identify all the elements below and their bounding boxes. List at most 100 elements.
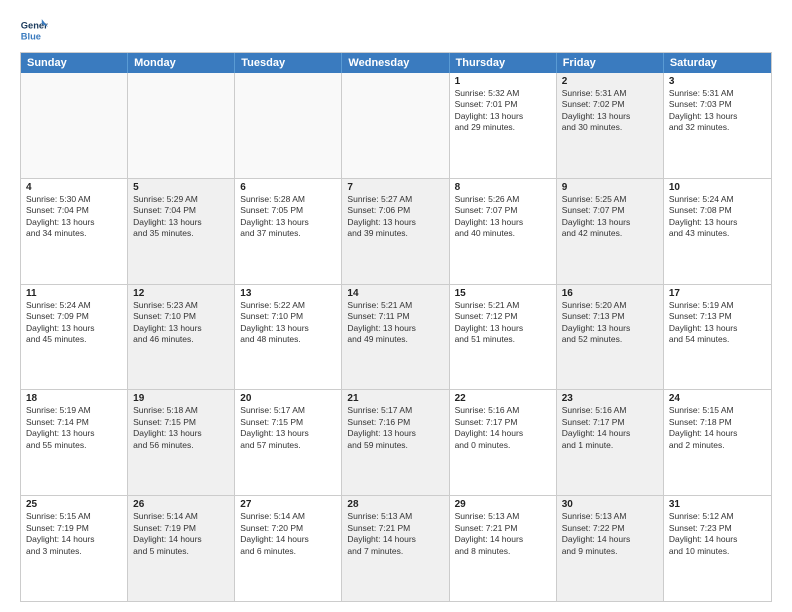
header: General Blue [20, 16, 772, 44]
day-info: Sunrise: 5:25 AM Sunset: 7:07 PM Dayligh… [562, 194, 658, 240]
day-number: 22 [455, 393, 551, 404]
day-cell: 5Sunrise: 5:29 AM Sunset: 7:04 PM Daylig… [128, 179, 235, 284]
day-number: 17 [669, 288, 766, 299]
day-info: Sunrise: 5:28 AM Sunset: 7:05 PM Dayligh… [240, 194, 336, 240]
day-number: 25 [26, 499, 122, 510]
day-info: Sunrise: 5:23 AM Sunset: 7:10 PM Dayligh… [133, 300, 229, 346]
calendar: SundayMondayTuesdayWednesdayThursdayFrid… [20, 52, 772, 602]
day-header-wednesday: Wednesday [342, 53, 449, 73]
day-info: Sunrise: 5:16 AM Sunset: 7:17 PM Dayligh… [455, 405, 551, 451]
day-info: Sunrise: 5:14 AM Sunset: 7:20 PM Dayligh… [240, 511, 336, 557]
day-cell: 18Sunrise: 5:19 AM Sunset: 7:14 PM Dayli… [21, 390, 128, 495]
page: General Blue SundayMondayTuesdayWednesda… [0, 0, 792, 612]
day-cell: 25Sunrise: 5:15 AM Sunset: 7:19 PM Dayli… [21, 496, 128, 601]
day-header-monday: Monday [128, 53, 235, 73]
day-cell: 8Sunrise: 5:26 AM Sunset: 7:07 PM Daylig… [450, 179, 557, 284]
day-info: Sunrise: 5:22 AM Sunset: 7:10 PM Dayligh… [240, 300, 336, 346]
day-info: Sunrise: 5:32 AM Sunset: 7:01 PM Dayligh… [455, 88, 551, 134]
day-cell [342, 73, 449, 178]
day-number: 12 [133, 288, 229, 299]
day-number: 18 [26, 393, 122, 404]
day-info: Sunrise: 5:18 AM Sunset: 7:15 PM Dayligh… [133, 405, 229, 451]
day-cell: 28Sunrise: 5:13 AM Sunset: 7:21 PM Dayli… [342, 496, 449, 601]
day-header-friday: Friday [557, 53, 664, 73]
day-number: 16 [562, 288, 658, 299]
day-cell: 29Sunrise: 5:13 AM Sunset: 7:21 PM Dayli… [450, 496, 557, 601]
day-number: 5 [133, 182, 229, 193]
day-cell: 16Sunrise: 5:20 AM Sunset: 7:13 PM Dayli… [557, 285, 664, 390]
day-number: 29 [455, 499, 551, 510]
day-header-thursday: Thursday [450, 53, 557, 73]
day-number: 15 [455, 288, 551, 299]
day-cell: 3Sunrise: 5:31 AM Sunset: 7:03 PM Daylig… [664, 73, 771, 178]
day-info: Sunrise: 5:15 AM Sunset: 7:19 PM Dayligh… [26, 511, 122, 557]
day-number: 31 [669, 499, 766, 510]
day-number: 24 [669, 393, 766, 404]
week-row-2: 4Sunrise: 5:30 AM Sunset: 7:04 PM Daylig… [21, 178, 771, 284]
day-cell: 4Sunrise: 5:30 AM Sunset: 7:04 PM Daylig… [21, 179, 128, 284]
day-cell: 14Sunrise: 5:21 AM Sunset: 7:11 PM Dayli… [342, 285, 449, 390]
day-header-saturday: Saturday [664, 53, 771, 73]
day-header-tuesday: Tuesday [235, 53, 342, 73]
day-info: Sunrise: 5:26 AM Sunset: 7:07 PM Dayligh… [455, 194, 551, 240]
day-info: Sunrise: 5:21 AM Sunset: 7:12 PM Dayligh… [455, 300, 551, 346]
day-info: Sunrise: 5:24 AM Sunset: 7:09 PM Dayligh… [26, 300, 122, 346]
day-number: 20 [240, 393, 336, 404]
day-number: 9 [562, 182, 658, 193]
day-info: Sunrise: 5:19 AM Sunset: 7:14 PM Dayligh… [26, 405, 122, 451]
day-cell: 30Sunrise: 5:13 AM Sunset: 7:22 PM Dayli… [557, 496, 664, 601]
day-cell: 26Sunrise: 5:14 AM Sunset: 7:19 PM Dayli… [128, 496, 235, 601]
day-cell: 19Sunrise: 5:18 AM Sunset: 7:15 PM Dayli… [128, 390, 235, 495]
day-number: 30 [562, 499, 658, 510]
day-cell: 31Sunrise: 5:12 AM Sunset: 7:23 PM Dayli… [664, 496, 771, 601]
day-number: 23 [562, 393, 658, 404]
day-number: 1 [455, 76, 551, 87]
day-headers: SundayMondayTuesdayWednesdayThursdayFrid… [21, 53, 771, 73]
day-info: Sunrise: 5:27 AM Sunset: 7:06 PM Dayligh… [347, 194, 443, 240]
day-info: Sunrise: 5:15 AM Sunset: 7:18 PM Dayligh… [669, 405, 766, 451]
day-number: 19 [133, 393, 229, 404]
day-cell: 21Sunrise: 5:17 AM Sunset: 7:16 PM Dayli… [342, 390, 449, 495]
day-info: Sunrise: 5:13 AM Sunset: 7:21 PM Dayligh… [347, 511, 443, 557]
day-info: Sunrise: 5:17 AM Sunset: 7:15 PM Dayligh… [240, 405, 336, 451]
day-number: 11 [26, 288, 122, 299]
day-number: 7 [347, 182, 443, 193]
day-info: Sunrise: 5:30 AM Sunset: 7:04 PM Dayligh… [26, 194, 122, 240]
day-info: Sunrise: 5:31 AM Sunset: 7:03 PM Dayligh… [669, 88, 766, 134]
day-number: 13 [240, 288, 336, 299]
day-cell: 9Sunrise: 5:25 AM Sunset: 7:07 PM Daylig… [557, 179, 664, 284]
day-info: Sunrise: 5:24 AM Sunset: 7:08 PM Dayligh… [669, 194, 766, 240]
day-number: 6 [240, 182, 336, 193]
day-info: Sunrise: 5:16 AM Sunset: 7:17 PM Dayligh… [562, 405, 658, 451]
day-cell: 27Sunrise: 5:14 AM Sunset: 7:20 PM Dayli… [235, 496, 342, 601]
week-row-1: 1Sunrise: 5:32 AM Sunset: 7:01 PM Daylig… [21, 73, 771, 178]
day-number: 26 [133, 499, 229, 510]
day-cell: 7Sunrise: 5:27 AM Sunset: 7:06 PM Daylig… [342, 179, 449, 284]
week-row-4: 18Sunrise: 5:19 AM Sunset: 7:14 PM Dayli… [21, 389, 771, 495]
day-cell: 23Sunrise: 5:16 AM Sunset: 7:17 PM Dayli… [557, 390, 664, 495]
day-cell [235, 73, 342, 178]
day-info: Sunrise: 5:31 AM Sunset: 7:02 PM Dayligh… [562, 88, 658, 134]
day-number: 21 [347, 393, 443, 404]
day-cell: 17Sunrise: 5:19 AM Sunset: 7:13 PM Dayli… [664, 285, 771, 390]
day-info: Sunrise: 5:29 AM Sunset: 7:04 PM Dayligh… [133, 194, 229, 240]
day-number: 2 [562, 76, 658, 87]
day-cell: 10Sunrise: 5:24 AM Sunset: 7:08 PM Dayli… [664, 179, 771, 284]
day-cell: 20Sunrise: 5:17 AM Sunset: 7:15 PM Dayli… [235, 390, 342, 495]
week-row-5: 25Sunrise: 5:15 AM Sunset: 7:19 PM Dayli… [21, 495, 771, 601]
day-cell: 12Sunrise: 5:23 AM Sunset: 7:10 PM Dayli… [128, 285, 235, 390]
day-cell: 6Sunrise: 5:28 AM Sunset: 7:05 PM Daylig… [235, 179, 342, 284]
day-number: 14 [347, 288, 443, 299]
day-info: Sunrise: 5:12 AM Sunset: 7:23 PM Dayligh… [669, 511, 766, 557]
day-cell: 15Sunrise: 5:21 AM Sunset: 7:12 PM Dayli… [450, 285, 557, 390]
day-cell: 22Sunrise: 5:16 AM Sunset: 7:17 PM Dayli… [450, 390, 557, 495]
logo: General Blue [20, 16, 52, 44]
day-header-sunday: Sunday [21, 53, 128, 73]
day-number: 10 [669, 182, 766, 193]
day-info: Sunrise: 5:13 AM Sunset: 7:22 PM Dayligh… [562, 511, 658, 557]
day-cell: 11Sunrise: 5:24 AM Sunset: 7:09 PM Dayli… [21, 285, 128, 390]
week-row-3: 11Sunrise: 5:24 AM Sunset: 7:09 PM Dayli… [21, 284, 771, 390]
day-info: Sunrise: 5:19 AM Sunset: 7:13 PM Dayligh… [669, 300, 766, 346]
day-cell [21, 73, 128, 178]
day-number: 4 [26, 182, 122, 193]
